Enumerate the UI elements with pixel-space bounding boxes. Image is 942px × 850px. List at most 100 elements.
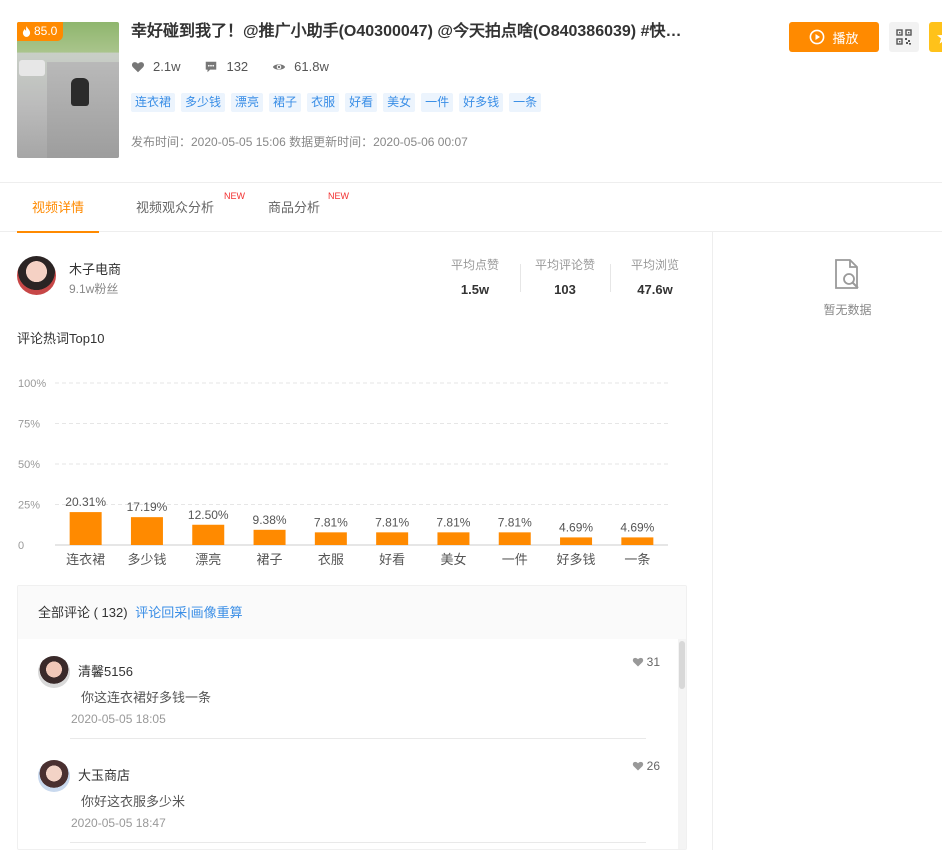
tag-item[interactable]: 一件 (421, 93, 454, 112)
comment-text: 你这连衣裙好多钱一条 (81, 690, 212, 705)
bar-value-label: 4.69% (559, 520, 593, 534)
comment-item: 大玉商店 你好这衣服多少米 2020-05-05 18:47 26 (38, 743, 660, 847)
comment-time: 2020-05-05 18:47 (71, 816, 166, 830)
views-stat: 61.8w (272, 59, 329, 74)
x-tick-label: 连衣裙 (66, 552, 105, 567)
tab-product-analysis[interactable]: 商品分析 NEW (268, 183, 349, 232)
eye-icon (273, 63, 286, 70)
chart-bar (376, 532, 409, 545)
comment-likes-count: 26 (646, 759, 660, 773)
avg-value: 103 (554, 282, 576, 297)
author-card[interactable]: 木子电商 9.1w粉丝 (17, 256, 121, 296)
video-title[interactable]: 幸好碰到我了！@推广小助手(O40300047) @今天拍点啥(O8403860… (131, 20, 691, 44)
comments-count: 132 (226, 59, 249, 74)
comments-stat: 132 (204, 59, 248, 74)
author-name[interactable]: 木子电商 (69, 259, 121, 278)
video-stats: 2.1w 132 61.8w (131, 59, 353, 74)
video-header: 85.0 幸好碰到我了！@推广小助手(O40300047) @今天拍点啥(O84… (0, 0, 942, 183)
tab-label: 视频观众分析 (136, 200, 215, 215)
heart-icon (632, 761, 643, 771)
tag-item[interactable]: 裙子 (269, 93, 302, 112)
tag-item[interactable]: 美女 (383, 93, 416, 112)
x-tick-label: 裙子 (257, 552, 283, 567)
y-tick-label: 100% (18, 378, 46, 390)
likes-count: 2.1w (153, 59, 181, 74)
chart-bar (621, 537, 654, 545)
thumbnail-rider (71, 78, 89, 106)
play-label: 播放 (832, 30, 859, 46)
bar-value-label: 17.19% (127, 500, 168, 514)
tag-item[interactable]: 多少钱 (181, 93, 226, 112)
x-tick-label: 美女 (440, 552, 466, 567)
y-tick-label: 25% (18, 500, 40, 512)
tab-audience-analysis[interactable]: 视频观众分析 NEW (136, 183, 245, 232)
tag-item[interactable]: 一条 (509, 93, 542, 112)
avg-views: 平均浏览 47.6w (610, 256, 700, 297)
x-tick-label: 多少钱 (127, 552, 166, 567)
empty-label: 暂无数据 (823, 303, 872, 317)
star-icon (937, 35, 942, 44)
tag-item[interactable]: 衣服 (307, 93, 340, 112)
favorite-button[interactable] (929, 22, 942, 52)
tab-label: 商品分析 (268, 200, 321, 215)
chart-bar (192, 524, 225, 545)
x-tick-label: 一条 (624, 552, 650, 567)
video-thumbnail[interactable] (17, 22, 119, 158)
avg-label: 平均浏览 (630, 258, 679, 272)
tag-item[interactable]: 漂亮 (231, 93, 264, 112)
author-avatar[interactable] (17, 256, 56, 295)
comment-avatar[interactable] (38, 760, 70, 792)
comment-avatar[interactable] (38, 656, 70, 688)
tag-item[interactable]: 好多钱 (459, 93, 504, 112)
heart-icon (131, 61, 145, 72)
comment-time: 2020-05-05 18:05 (71, 712, 166, 726)
qr-code-button[interactable] (889, 22, 919, 52)
tab-video-details[interactable]: 视频详情 (16, 183, 100, 233)
author-fans: 9.1w粉丝 (69, 282, 119, 296)
bar-value-label: 12.50% (188, 508, 229, 522)
comment-likes: 26 (632, 759, 660, 773)
tag-item[interactable]: 好看 (345, 93, 378, 112)
comments-total: 全部评论 ( 132) (38, 605, 128, 620)
scrollbar-thumb[interactable] (679, 641, 685, 689)
publish-info: 发布时间：2020-05-05 15:06 数据更新时间：2020-05-06 … (131, 135, 468, 149)
y-tick-label: 50% (18, 459, 40, 471)
score-badge: 85.0 (17, 22, 64, 41)
likes-stat: 2.1w (131, 59, 180, 74)
score-value: 85.0 (34, 24, 58, 38)
chart-bar (69, 512, 102, 545)
x-tick-label: 漂亮 (195, 552, 221, 567)
fire-icon (22, 26, 31, 37)
comment-item: 清馨5156 你这连衣裙好多钱一条 2020-05-05 18:05 31 (38, 639, 660, 743)
comments-scrollbar[interactable] (678, 639, 686, 849)
comments-panel: 全部评论 ( 132) 评论回采|画像重算 清馨5156 你这连衣裙好多钱一条 … (17, 585, 687, 850)
chart-bar (130, 517, 163, 545)
panel-divider (712, 232, 713, 850)
bar-value-label: 7.81% (314, 515, 348, 529)
bar-value-label: 9.38% (253, 513, 287, 527)
bar-value-label: 4.69% (620, 520, 654, 534)
play-circle-icon (810, 29, 825, 45)
tag-item[interactable]: 连衣裙 (131, 93, 176, 112)
recollect-link[interactable]: 评论回采|画像重算 (135, 605, 242, 620)
bar-value-label: 7.81% (375, 515, 409, 529)
comment-author[interactable]: 清馨5156 (78, 661, 133, 680)
play-button[interactable]: 播放 (789, 22, 879, 52)
comment-author[interactable]: 大玉商店 (78, 765, 130, 784)
tag-list: 连衣裙 多少钱 漂亮 裙子 衣服 好看 美女 一件 好多钱 一条 (131, 93, 542, 112)
chart-bar (437, 532, 470, 545)
y-tick-label: 75% (18, 419, 40, 431)
bar-value-label: 7.81% (498, 515, 532, 529)
chart-bar (498, 532, 531, 545)
chart-bar (314, 532, 347, 545)
comment-divider (70, 842, 646, 843)
y-tick-label: 0 (18, 540, 24, 552)
comment-divider (70, 738, 646, 739)
x-tick-label: 衣服 (318, 552, 344, 567)
empty-state: 暂无数据 (800, 258, 895, 318)
hotword-bar-chart: 0 25% 50% 75% 100% 20.31% 连衣裙 17.19% 多少钱 12.50% 漂亮… (18, 378, 668, 567)
chart-bar (560, 537, 593, 545)
avg-value: 1.5w (460, 282, 490, 297)
thumbnail-car (19, 60, 45, 76)
x-tick-label: 好多钱 (557, 552, 596, 567)
